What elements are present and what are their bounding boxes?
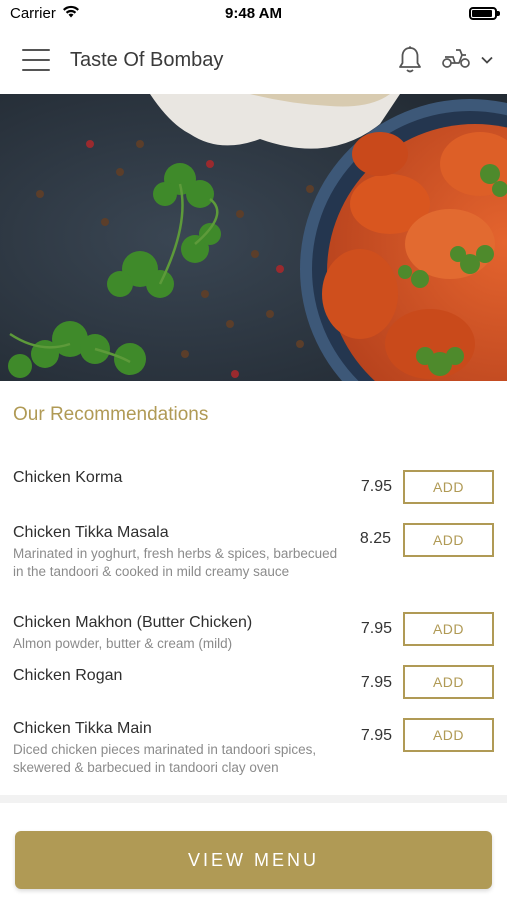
item-name: Chicken Tikka Main [13, 720, 152, 737]
wifi-icon [62, 5, 80, 22]
item-price: 7.95 [360, 478, 392, 495]
add-button[interactable]: ADD [403, 665, 494, 699]
list-item: Chicken Tikka Main Diced chicken pieces … [0, 709, 507, 781]
item-price: 8.25 [359, 530, 391, 547]
divider [0, 795, 507, 803]
add-button[interactable]: ADD [403, 470, 494, 504]
add-button[interactable]: ADD [403, 718, 494, 752]
list-item: Chicken Tikka Masala Marinated in yoghur… [0, 513, 507, 603]
add-button[interactable]: ADD [403, 523, 494, 557]
chevron-down-icon [481, 51, 493, 69]
item-description: Diced chicken pieces marinated in tandoo… [13, 742, 317, 775]
item-name: Chicken Tikka Masala [13, 524, 169, 541]
section-title: Our Recommendations [13, 404, 209, 425]
item-name: Chicken Rogan [13, 667, 123, 684]
item-price: 7.95 [360, 727, 392, 744]
battery-icon [469, 6, 500, 20]
scooter-icon [441, 47, 471, 74]
item-price: 7.95 [360, 674, 392, 691]
list-item: Chicken Korma 7.95 ADD [0, 458, 507, 513]
status-left: Carrier [10, 5, 80, 22]
list-item: Chicken Rogan 7.95 ADD [0, 656, 507, 709]
header-actions [397, 45, 493, 75]
menu-icon[interactable] [22, 49, 50, 71]
page-title: Taste Of Bombay [70, 48, 224, 71]
item-description: Marinated in yoghurt, fresh herbs & spic… [13, 546, 338, 579]
menu-list: Chicken Korma 7.95 ADD Chicken Tikka Mas… [0, 458, 507, 781]
item-name: Chicken Korma [13, 469, 123, 486]
app-header: Taste Of Bombay [0, 26, 507, 94]
battery-fill [472, 9, 492, 17]
delivery-selector[interactable] [441, 47, 493, 74]
status-bar: Carrier 9:48 AM [0, 0, 507, 26]
carrier-label: Carrier [10, 4, 56, 22]
item-name: Chicken Makhon (Butter Chicken) [13, 614, 253, 631]
hero-image [0, 94, 507, 381]
item-description: Almon powder, butter & cream (mild) [13, 636, 233, 651]
bell-icon[interactable] [397, 45, 423, 75]
add-button[interactable]: ADD [403, 612, 494, 646]
view-menu-button[interactable]: VIEW MENU [15, 831, 492, 889]
list-item: Chicken Makhon (Butter Chicken) Almon po… [0, 603, 507, 656]
item-price: 7.95 [360, 620, 392, 637]
